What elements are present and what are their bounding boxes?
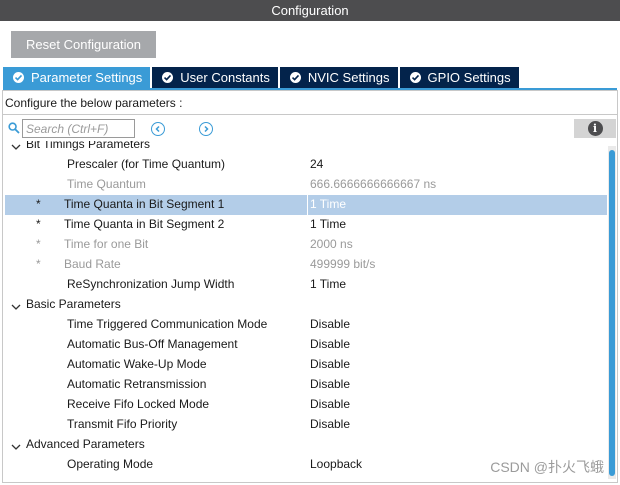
param-value[interactable]: Loopback bbox=[310, 457, 362, 471]
tab-gpio-settings[interactable]: GPIO Settings bbox=[399, 67, 519, 88]
param-value[interactable]: Disable bbox=[310, 377, 350, 391]
tab-nvic-settings[interactable]: NVIC Settings bbox=[279, 67, 398, 88]
param-value[interactable]: Disable bbox=[310, 397, 350, 411]
tab-parameter-settings[interactable]: Parameter Settings bbox=[3, 67, 151, 88]
section-header[interactable]: Bit Timings Parameters bbox=[5, 141, 607, 155]
table-row[interactable]: Time Triggered Communication Mode Disabl… bbox=[5, 315, 607, 335]
param-value[interactable]: Disable bbox=[310, 337, 350, 351]
section-title: Bit Timings Parameters bbox=[26, 141, 151, 151]
tab-label: NVIC Settings bbox=[307, 70, 390, 85]
section-title: Basic Parameters bbox=[26, 297, 121, 311]
param-name: Automatic Retransmission bbox=[67, 377, 207, 391]
window-title: Configuration bbox=[271, 3, 349, 18]
parameter-tree: Bit Timings Parameters Prescaler (for Ti… bbox=[5, 141, 607, 481]
required-marker: * bbox=[36, 197, 41, 211]
param-name: Time Quanta in Bit Segment 1 bbox=[64, 197, 225, 211]
param-name: Transmit Fifo Priority bbox=[67, 417, 178, 431]
table-row: * Baud Rate 499999 bit/s bbox=[5, 255, 607, 275]
table-row[interactable]: Automatic Wake-Up Mode Disable bbox=[5, 355, 607, 375]
search-next-button[interactable] bbox=[199, 122, 213, 136]
search-previous-button[interactable] bbox=[151, 122, 165, 136]
chevron-left-icon bbox=[155, 125, 160, 133]
tab-bar: Parameter Settings User Constants NVIC S… bbox=[3, 67, 521, 88]
param-value[interactable]: Disable bbox=[310, 417, 350, 431]
column-divider bbox=[307, 195, 308, 215]
search-icon bbox=[8, 122, 20, 137]
table-row[interactable]: * Time Quanta in Bit Segment 1 1 Time bbox=[5, 195, 607, 215]
param-name: Baud Rate bbox=[64, 257, 121, 271]
info-icon: i bbox=[587, 121, 603, 136]
vertical-scrollbar-thumb[interactable] bbox=[609, 150, 615, 476]
table-row[interactable]: Transmit Fifo Priority Disable bbox=[5, 415, 607, 435]
watermark: CSDN @扑火飞蛾 bbox=[490, 459, 604, 475]
param-value[interactable]: 1 Time bbox=[310, 277, 346, 291]
table-row[interactable]: * Time Quanta in Bit Segment 2 1 Time bbox=[5, 215, 607, 235]
param-name: Receive Fifo Locked Mode bbox=[67, 397, 210, 411]
window-title-bar: Configuration bbox=[0, 0, 620, 21]
tab-label: User Constants bbox=[180, 70, 270, 85]
param-value[interactable]: 24 bbox=[310, 157, 323, 171]
chevron-down-icon bbox=[11, 300, 21, 314]
table-row: Time Quantum 666.6666666666667 ns bbox=[5, 175, 607, 195]
tab-user-constants[interactable]: User Constants bbox=[152, 67, 278, 88]
param-value: 666.6666666666667 ns bbox=[310, 177, 437, 191]
divider bbox=[3, 114, 617, 115]
param-value[interactable]: Disable bbox=[310, 357, 350, 371]
chevron-down-icon bbox=[11, 440, 21, 454]
param-name: Time Triggered Communication Mode bbox=[67, 317, 268, 331]
search-input[interactable] bbox=[22, 119, 135, 138]
param-name: Automatic Wake-Up Mode bbox=[67, 357, 207, 371]
param-name: Automatic Bus-Off Management bbox=[67, 337, 238, 351]
section-title: Advanced Parameters bbox=[26, 437, 145, 451]
parameter-panel: Configure the below parameters : i Bit T… bbox=[2, 90, 618, 483]
table-row[interactable]: Receive Fifo Locked Mode Disable bbox=[5, 395, 607, 415]
table-row[interactable]: Automatic Bus-Off Management Disable bbox=[5, 335, 607, 355]
reset-configuration-button[interactable]: Reset Configuration bbox=[11, 31, 156, 58]
param-name: Time Quantum bbox=[67, 177, 146, 191]
param-value: 499999 bit/s bbox=[310, 257, 376, 271]
table-row[interactable]: ReSynchronization Jump Width 1 Time bbox=[5, 275, 607, 295]
check-circle-icon bbox=[289, 72, 301, 83]
param-name: Operating Mode bbox=[67, 457, 154, 471]
check-circle-icon bbox=[13, 72, 24, 83]
tab-label: Parameter Settings bbox=[31, 70, 143, 85]
param-name: Time for one Bit bbox=[64, 237, 149, 251]
param-value[interactable]: 1 Time bbox=[310, 217, 346, 231]
param-name: ReSynchronization Jump Width bbox=[67, 277, 235, 291]
param-name: Time Quanta in Bit Segment 2 bbox=[64, 217, 225, 231]
table-row[interactable]: Prescaler (for Time Quantum) 24 bbox=[5, 155, 607, 175]
param-value[interactable]: 1 Time bbox=[310, 197, 346, 211]
param-name: Prescaler (for Time Quantum) bbox=[67, 157, 226, 171]
chevron-down-icon bbox=[11, 141, 21, 154]
table-row[interactable]: Automatic Retransmission Disable bbox=[5, 375, 607, 395]
required-marker: * bbox=[36, 217, 41, 231]
chevron-right-icon bbox=[204, 125, 209, 133]
configure-hint: Configure the below parameters : bbox=[5, 96, 183, 110]
info-button[interactable]: i bbox=[574, 119, 616, 138]
section-header[interactable]: Basic Parameters bbox=[5, 295, 607, 315]
check-circle-icon bbox=[162, 72, 174, 83]
check-circle-icon bbox=[409, 72, 421, 83]
required-marker: * bbox=[36, 237, 41, 251]
param-value: 2000 ns bbox=[310, 237, 353, 251]
param-value[interactable]: Disable bbox=[310, 317, 350, 331]
tab-label: GPIO Settings bbox=[427, 70, 511, 85]
table-row: * Time for one Bit 2000 ns bbox=[5, 235, 607, 255]
required-marker: * bbox=[36, 257, 41, 271]
section-header[interactable]: Advanced Parameters bbox=[5, 435, 607, 455]
